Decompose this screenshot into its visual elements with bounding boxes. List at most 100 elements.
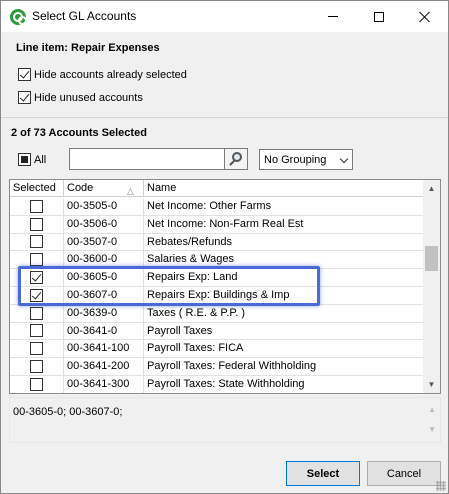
row-code: 00-3639-0 [64, 304, 144, 322]
row-code: 00-3507-0 [64, 233, 144, 251]
selected-codes-text: 00-3605-0; 00-3607-0; [13, 406, 123, 418]
row-code: 00-3641-200 [64, 358, 144, 375]
dialog-footer: Select Cancel [1, 445, 448, 493]
row-selected-cell [10, 340, 64, 358]
row-name: Salaries & Wages [147, 253, 235, 266]
row-selected-cell [10, 269, 64, 286]
row-selected-cell [10, 251, 64, 269]
row-select-checkbox[interactable] [30, 360, 43, 374]
column-header-selected[interactable]: Selected [10, 180, 64, 197]
row-selected-cell [10, 215, 64, 233]
row-select-checkbox[interactable] [30, 235, 43, 249]
scroll-down-icon[interactable]: ▼ [423, 376, 440, 393]
row-selected-cell [10, 286, 64, 304]
grid-header: Selected Code △ Name [10, 180, 424, 197]
table-row[interactable]: 00-3641-200 Payroll Taxes: Federal Withho… [10, 358, 424, 376]
hide-unused-checkbox[interactable] [18, 91, 31, 104]
row-code: 00-3641-300 [64, 375, 144, 393]
grouping-select[interactable]: No Grouping [259, 149, 353, 170]
table-row[interactable]: 00-3607-0 Repairs Exp: Buildings & Imp [10, 286, 424, 305]
grouping-value: No Grouping [264, 153, 327, 166]
row-select-checkbox[interactable] [30, 288, 43, 302]
row-name: Payroll Taxes [147, 324, 213, 337]
minimize-button[interactable] [310, 1, 356, 32]
row-selected-cell [10, 322, 64, 340]
maximize-button[interactable] [356, 1, 402, 32]
scroll-up-icon[interactable]: ▲ [428, 405, 436, 414]
close-button[interactable] [402, 1, 448, 32]
table-row[interactable]: 00-3507-0 Rebates/Refunds [10, 233, 424, 252]
select-all-option[interactable]: All [18, 153, 46, 166]
selected-codes-field[interactable]: 00-3605-0; 00-3607-0; ▲ ▼ [9, 397, 441, 443]
row-select-checkbox[interactable] [30, 217, 43, 231]
row-code: 00-3607-0 [64, 286, 144, 304]
window-title: Select GL Accounts [32, 9, 137, 23]
hide-selected-option[interactable]: Hide accounts already selected [18, 68, 187, 81]
row-name: Payroll Taxes: Federal Withholding [147, 360, 317, 373]
row-select-checkbox[interactable] [30, 306, 43, 320]
row-select-checkbox[interactable] [30, 253, 43, 267]
row-selected-cell [10, 304, 64, 322]
hide-selected-checkbox[interactable] [18, 68, 31, 81]
row-code: 00-3641-0 [64, 322, 144, 340]
row-code: 00-3506-0 [64, 215, 144, 233]
grid-scrollbar[interactable]: ▲ ▼ [423, 180, 440, 393]
dialog-window: Select GL Accounts Line item: Repair Exp… [0, 0, 449, 494]
resize-grip-icon[interactable] [436, 481, 446, 491]
search-input[interactable] [69, 148, 247, 170]
row-selected-cell [10, 233, 64, 251]
row-name: Rebates/Refunds [147, 235, 232, 248]
select-button[interactable]: Select [286, 461, 360, 486]
table-row[interactable]: 00-3639-0 Taxes ( R.E. & P.P. ) [10, 304, 424, 323]
line-item-label: Line item: Repair Expenses [16, 42, 160, 54]
sort-ascending-icon: △ [127, 186, 134, 196]
accounts-grid: Selected Code △ Name 00-3505-0 Net Income… [9, 179, 441, 394]
column-header-name[interactable]: Name [144, 180, 424, 197]
row-name: Repairs Exp: Land [147, 271, 238, 284]
chevron-down-icon [339, 154, 349, 164]
table-row[interactable]: 00-3600-0 Salaries & Wages [10, 251, 424, 270]
table-row[interactable]: 00-3505-0 Net Income: Other Farms [10, 198, 424, 216]
maximize-icon [374, 11, 384, 22]
accounts-selected-count: 2 of 73 Accounts Selected [11, 127, 147, 139]
scroll-thumb[interactable] [425, 246, 438, 271]
scroll-up-icon[interactable]: ▲ [423, 180, 440, 197]
line-item-panel: Line item: Repair Expenses Hide accounts… [1, 32, 448, 118]
table-row[interactable]: 00-3641-0 Payroll Taxes [10, 322, 424, 341]
row-code: 00-3600-0 [64, 251, 144, 269]
table-row[interactable]: 00-3641-300 Payroll Taxes: State Withhold… [10, 375, 424, 393]
row-select-checkbox[interactable] [30, 342, 43, 356]
row-name: Payroll Taxes: FICA [147, 342, 244, 355]
row-name: Taxes ( R.E. & P.P. ) [147, 306, 246, 319]
row-select-checkbox[interactable] [30, 271, 43, 285]
row-name: Repairs Exp: Buildings & Imp [147, 288, 290, 301]
row-select-checkbox[interactable] [30, 199, 43, 213]
search-button[interactable] [224, 148, 248, 170]
column-header-code[interactable]: Code △ [64, 180, 144, 197]
row-select-checkbox[interactable] [30, 324, 43, 338]
row-selected-cell [10, 358, 64, 375]
table-row[interactable]: 00-3641-100 Payroll Taxes: FICA [10, 340, 424, 359]
row-select-checkbox[interactable] [30, 377, 43, 391]
app-logo-icon [10, 9, 27, 25]
minimize-icon [328, 16, 338, 17]
row-selected-cell [10, 198, 64, 215]
row-name: Payroll Taxes: State Withholding [147, 377, 305, 390]
row-name: Net Income: Other Farms [147, 200, 272, 212]
row-code: 00-3505-0 [64, 198, 144, 215]
row-selected-cell [10, 375, 64, 393]
title-bar: Select GL Accounts [1, 1, 448, 32]
grid-body: 00-3505-0 Net Income: Other Farms 00-3506-… [10, 198, 424, 393]
scroll-down-icon[interactable]: ▼ [428, 425, 436, 434]
hide-unused-option[interactable]: Hide unused accounts [18, 91, 143, 104]
hide-unused-label: Hide unused accounts [34, 91, 143, 104]
row-code: 00-3605-0 [64, 269, 144, 286]
table-row[interactable]: 00-3605-0 Repairs Exp: Land [10, 269, 424, 287]
select-all-checkbox[interactable] [18, 153, 31, 166]
table-row[interactable]: 00-3506-0 Net Income: Non-Farm Real Est [10, 215, 424, 234]
cancel-button[interactable]: Cancel [367, 461, 441, 486]
column-header-code-label: Code [67, 182, 94, 194]
row-name: Net Income: Non-Farm Real Est [147, 217, 304, 230]
close-icon [419, 11, 431, 23]
row-code: 00-3641-100 [64, 340, 144, 358]
